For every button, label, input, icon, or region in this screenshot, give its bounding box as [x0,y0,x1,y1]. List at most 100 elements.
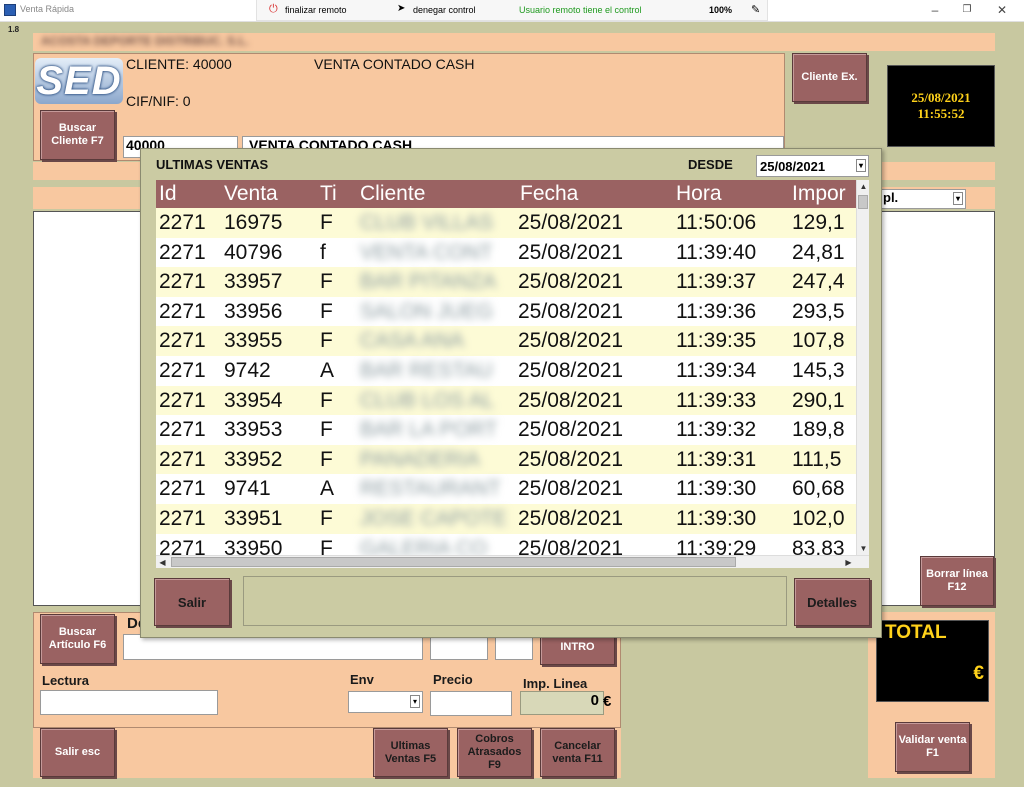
cell-importe: 102,0 [792,507,845,530]
total-display: TOTAL € [876,620,989,702]
table-row[interactable]: 2271 16975 F CLUB VILLAS 25/08/2021 11:50:06 1… [156,208,856,238]
chevron-down-icon[interactable]: ▾ [952,192,963,205]
cell-importe: 189,8 [792,418,845,442]
cell-ti: F [320,299,333,323]
table-row[interactable]: 2271 33956 F SALON JUEG 25/08/2021 11:39:36 29… [156,296,856,327]
cell-id: 2271 [159,477,206,501]
cell-importe: 293,5 [792,299,845,323]
column-header-id[interactable]: Id [159,182,177,206]
column-header-ti[interactable]: Ti [320,182,337,206]
column-header-cliente[interactable]: Cliente [360,182,425,206]
scroll-down-icon[interactable]: ▼ [857,542,870,555]
background-select[interactable]: pl. ▾ [878,189,966,209]
cell-hora: 11:39:40 [676,240,757,264]
lectura-label: Lectura [42,673,89,688]
imp-linea-label: Imp. Linea [523,676,588,691]
dialog-detalles-button[interactable]: Detalles [794,578,870,626]
cell-venta: 33950 [224,536,283,555]
buscar-cliente-button[interactable]: Buscar Cliente F7 [40,110,115,160]
cell-venta: 33954 [224,388,283,412]
imp-linea-value: 0 [520,691,604,715]
ultimas-ventas-button[interactable]: Ultimas Ventas F5 [373,728,448,777]
total-currency: € [973,663,984,684]
cell-ti: F [320,418,333,442]
clock-date: 25/08/2021 [911,90,971,105]
cell-id: 2271 [159,240,206,264]
column-header-importe[interactable]: Impor [792,182,846,206]
power-icon[interactable]: ⏻ [269,3,278,16]
buscar-articulo-button[interactable]: Buscar Artículo F6 [40,614,115,664]
cell-cliente: CLUB LOS AL [360,388,495,412]
cell-venta: 33956 [224,299,283,323]
scroll-h-thumb[interactable] [171,557,736,567]
scroll-right-icon[interactable]: ▶ [842,556,855,569]
table-row[interactable]: 2271 33950 F GALERIA CO 25/08/2021 11:39:29 83… [156,533,856,555]
cell-venta: 16975 [224,211,283,234]
table-row[interactable]: 2271 40796 f VENTA CONT 25/08/2021 11:39:40 24… [156,237,856,268]
cell-fecha: 25/08/2021 [518,329,624,353]
remote-percent: 100% [709,5,733,15]
env-select[interactable]: ▾ [348,691,423,713]
restore-button[interactable]: ❐ [950,2,984,18]
total-label: TOTAL [885,622,947,643]
cell-cliente: CASA ANA [360,329,464,353]
remote-status: Usuario remoto tiene el control [519,5,642,15]
table-row[interactable]: 2271 9741 A RESTAURANT 25/08/2021 11:39:30 60,… [156,474,856,504]
column-header-hora[interactable]: Hora [676,182,722,206]
table-row[interactable]: 2271 33952 F PANADERIA 25/08/2021 11:39:31 111… [156,444,856,475]
table-row[interactable]: 2271 33957 F BAR PITANZA 25/08/2021 11:39:37 2… [156,267,856,297]
column-header-fecha[interactable]: Fecha [520,182,578,206]
client-name-label: VENTA CONTADO CASH [314,56,475,72]
client-cif-label: CIF/NIF: 0 [126,93,191,109]
scroll-left-icon[interactable]: ◀ [156,556,169,569]
desde-date-field[interactable]: 25/08/2021 ▾ [756,155,869,177]
cancelar-venta-button[interactable]: Cancelar venta F11 [540,728,615,777]
borrar-linea-button[interactable]: Borrar línea F12 [920,556,994,606]
deny-control-button[interactable]: denegar control [413,5,476,15]
cell-venta: 33957 [224,270,283,294]
background-select-value: pl. [883,190,899,205]
grid-vertical-scrollbar[interactable]: ▲ ▼ [856,180,869,555]
cell-importe: 129,1 [792,211,845,234]
table-row[interactable]: 2271 33954 F CLUB LOS AL 25/08/2021 11:39:33 2… [156,385,856,416]
version-label: 1.8 [8,25,20,34]
lectura-field[interactable] [40,690,218,715]
cell-importe: 83,83 [792,536,845,555]
cell-importe: 247,4 [792,270,845,294]
cell-fecha: 25/08/2021 [518,211,624,234]
cell-venta: 40796 [224,240,283,264]
dialog-salir-button[interactable]: Salir [154,578,230,626]
client-code-label: CLIENTE: 40000 [126,56,232,72]
salir-esc-button[interactable]: Salir esc [40,728,115,777]
table-row[interactable]: 2271 33955 F CASA ANA 25/08/2021 11:39:35 107,… [156,326,856,356]
column-header-venta[interactable]: Venta [224,182,278,206]
cell-cliente: BAR PITANZA [360,270,497,294]
logo-text: SED [36,58,122,103]
chevron-down-icon[interactable]: ▾ [855,159,866,172]
cobros-atrasados-button[interactable]: Cobros Atrasados F9 [457,728,532,777]
cell-importe: 24,81 [792,240,845,264]
scroll-up-icon[interactable]: ▲ [857,180,870,193]
cell-ti: F [320,507,333,530]
minimize-button[interactable]: – [918,2,952,18]
cell-id: 2271 [159,299,206,323]
table-row[interactable]: 2271 33953 F BAR LA PORT 25/08/2021 11:39:32 1… [156,415,856,445]
sales-grid[interactable]: Id Venta Ti Cliente Fecha Hora Impor 227… [156,180,856,555]
cliente-ex-button[interactable]: Cliente Ex. [792,53,867,102]
cell-id: 2271 [159,418,206,442]
cell-id: 2271 [159,329,206,353]
dialog-title: ULTIMAS VENTAS [156,157,269,172]
chevron-down-icon[interactable]: ▾ [409,695,420,708]
validar-venta-button[interactable]: Validar venta F1 [895,722,970,772]
pin-icon[interactable]: ✎ [751,3,760,16]
end-remote-button[interactable]: finalizar remoto [285,5,347,15]
table-row[interactable]: 2271 9742 A BAR RESTAU 25/08/2021 11:39:34 145… [156,356,856,386]
cell-id: 2271 [159,507,206,530]
close-button[interactable]: ✕ [985,2,1019,18]
scroll-thumb[interactable] [858,195,868,209]
grid-horizontal-scrollbar[interactable]: ◀ ▶ [156,555,869,568]
cell-importe: 60,68 [792,477,845,501]
cell-hora: 11:39:30 [676,507,757,530]
table-row[interactable]: 2271 33951 F JOSE CAPOTE 25/08/2021 11:39:30 1… [156,504,856,534]
precio-field[interactable] [430,691,512,716]
